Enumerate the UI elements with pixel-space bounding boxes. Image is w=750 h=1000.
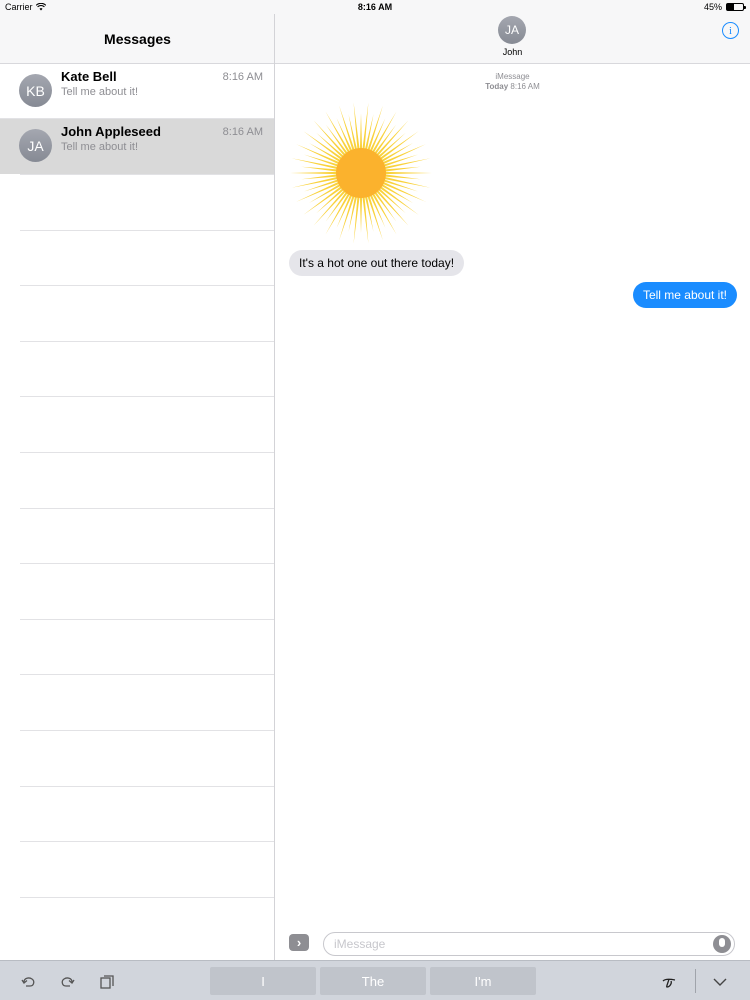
conversation-name: John Appleseed	[61, 124, 161, 139]
empty-list-row	[20, 674, 275, 730]
avatar: KB	[19, 74, 52, 107]
conversation-time: 8:16 AM	[222, 126, 263, 138]
sun-core	[336, 148, 386, 198]
empty-list-row	[20, 896, 275, 953]
empty-list-row	[20, 340, 275, 397]
sun-ray	[367, 195, 383, 241]
incoming-message-bubble[interactable]: It's a hot one out there today!	[289, 250, 465, 276]
contact-avatar[interactable]: JA	[498, 16, 526, 44]
sun-ray	[367, 105, 383, 151]
message-meta: iMessage Today 8:16 AM	[275, 72, 750, 92]
outgoing-message-bubble[interactable]: Tell me about it!	[632, 282, 737, 308]
empty-list-row	[20, 563, 275, 619]
suggestion-item[interactable]: The	[320, 967, 426, 995]
conversation-sidebar: Messages KB Kate Bell 8:16 AM Tell me ab…	[0, 0, 275, 960]
empty-list-row	[20, 174, 275, 230]
message-input-bar: ›	[275, 925, 750, 960]
paste-icon[interactable]	[98, 973, 116, 991]
service-label: iMessage	[495, 72, 530, 81]
conversation-time: 8:16 AM	[222, 71, 263, 83]
empty-list-row	[20, 785, 275, 842]
sun-ray	[359, 196, 363, 233]
empty-list-row	[20, 841, 275, 897]
empty-list-row	[20, 618, 275, 675]
battery-percent: 45%	[703, 2, 722, 12]
conversation-list: KB Kate Bell 8:16 AM Tell me about it! J…	[0, 64, 275, 952]
conversation-preview: Tell me about it!	[61, 86, 139, 98]
conversation-preview: Tell me about it!	[61, 141, 139, 153]
sun-ray	[384, 171, 432, 175]
split-divider	[274, 0, 275, 960]
avatar: JA	[19, 129, 52, 162]
apps-button[interactable]: ›	[289, 934, 309, 951]
status-time: 8:16 AM	[357, 2, 393, 12]
sidebar-title: Messages	[104, 31, 171, 47]
battery-icon	[726, 3, 746, 11]
date-time: 8:16 AM	[510, 82, 540, 91]
sun-ray	[290, 171, 338, 175]
handwriting-icon[interactable]	[660, 973, 678, 991]
info-button[interactable]: i	[722, 22, 739, 39]
microphone-icon[interactable]	[713, 935, 731, 953]
contact-name[interactable]: John	[275, 47, 750, 57]
info-icon: i	[728, 24, 733, 37]
redo-icon[interactable]	[58, 973, 76, 991]
empty-list-row	[20, 285, 275, 341]
sidebar-header: Messages	[0, 14, 275, 64]
sun-ray	[339, 105, 355, 151]
suggestion-item[interactable]: I'm	[430, 967, 536, 995]
conversation-item-john-appleseed[interactable]: JA John Appleseed 8:16 AM Tell me about …	[0, 119, 275, 174]
keyboard-shortcut-bar: I The I'm	[0, 960, 750, 1000]
empty-list-row	[20, 396, 275, 452]
toolbar-divider	[695, 969, 696, 993]
conversation-name: Kate Bell	[61, 69, 117, 84]
undo-icon[interactable]	[20, 973, 38, 991]
suggestion-item[interactable]: I	[210, 967, 316, 995]
chevron-right-icon: ›	[296, 935, 302, 950]
sun-ray	[359, 113, 363, 150]
chevron-down-icon[interactable]	[711, 973, 729, 991]
date-label: Today	[485, 82, 509, 91]
status-bar: Carrier 8:16 AM 45%	[0, 0, 750, 14]
conversation-item-kate-bell[interactable]: KB Kate Bell 8:16 AM Tell me about it!	[0, 64, 275, 119]
empty-list-rows	[0, 174, 275, 952]
empty-list-row	[20, 729, 275, 786]
empty-list-row	[20, 451, 275, 508]
sun-ray	[339, 195, 355, 241]
chat-header: JA John i	[275, 14, 750, 64]
empty-list-row	[20, 507, 275, 564]
message-input[interactable]	[323, 932, 735, 956]
empty-list-row	[20, 229, 275, 286]
sun-sticker[interactable]	[288, 100, 434, 246]
